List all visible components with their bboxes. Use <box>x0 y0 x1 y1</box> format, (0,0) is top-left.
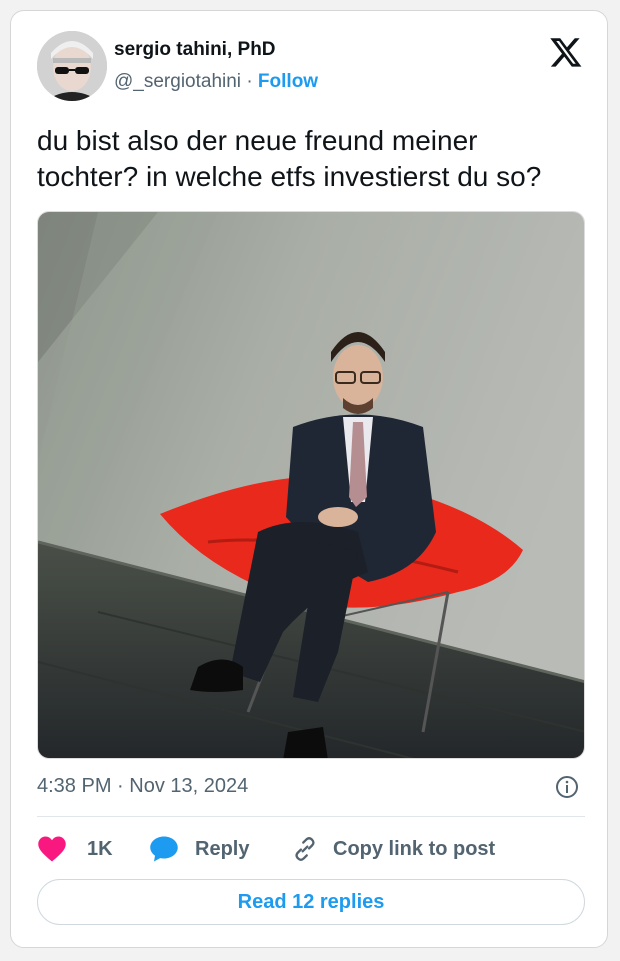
author-handle[interactable]: @_sergiotahini <box>114 71 241 92</box>
reply-label: Reply <box>195 837 250 860</box>
timestamp[interactable]: 4:38 PM · Nov 13, 2024 <box>37 775 248 798</box>
like-count: 1K <box>87 837 113 860</box>
link-icon <box>295 837 315 861</box>
copy-link-label: Copy link to post <box>333 837 496 860</box>
read-replies-button[interactable]: Read 12 replies <box>37 879 585 925</box>
x-logo-icon[interactable] <box>549 35 583 69</box>
author-name[interactable]: sergio tahini, PhD <box>114 39 276 61</box>
action-bar: 1K Reply Copy link to post <box>37 833 585 865</box>
tweet-photo[interactable] <box>37 211 585 759</box>
follow-button[interactable]: Follow <box>258 71 318 92</box>
avatar[interactable] <box>37 31 107 101</box>
reply-bubble-icon <box>150 836 178 862</box>
copy-link-button[interactable]: Copy link to post <box>291 833 495 865</box>
like-button[interactable]: 1K <box>37 833 113 865</box>
handle-row: @_sergiotahini · Follow <box>114 71 318 93</box>
heart-icon <box>38 836 66 862</box>
read-replies-label: Read 12 replies <box>237 890 385 913</box>
tweet-text-line: tochter? in welche etfs investierst du s… <box>37 161 542 192</box>
tweet-text: du bist also der neue freund meiner toch… <box>37 123 597 195</box>
tweet-card: sergio tahini, PhD @_sergiotahini · Foll… <box>10 10 608 948</box>
separator: · <box>246 71 253 92</box>
reply-button[interactable]: Reply <box>149 833 249 865</box>
info-icon[interactable] <box>555 775 579 799</box>
divider <box>37 816 585 817</box>
avatar-image <box>37 31 107 101</box>
tweet-text-line: du bist also der neue freund meiner <box>37 125 478 156</box>
photo-man-in-red-chair <box>38 212 584 758</box>
